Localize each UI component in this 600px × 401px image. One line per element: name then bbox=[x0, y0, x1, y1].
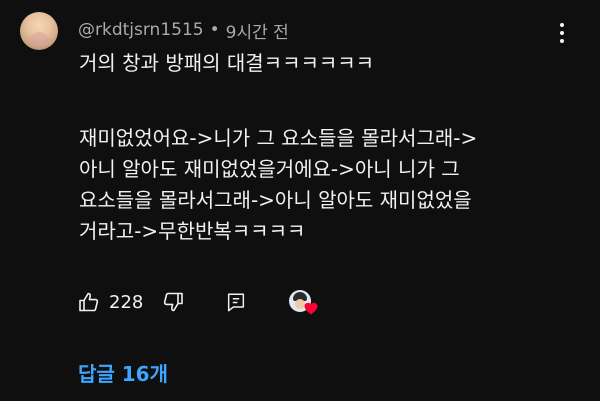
comment-header: @rkdtjsrn1515 • 9시간 전 bbox=[78, 18, 289, 43]
dislike-button[interactable] bbox=[161, 290, 185, 314]
reply-icon bbox=[228, 293, 245, 312]
like-count: 228 bbox=[109, 291, 144, 313]
comment-blank-line bbox=[79, 79, 589, 123]
comment-line: 재미없었어요->니가 그 요소들을 몰라서그래-> bbox=[79, 126, 478, 150]
comment-time[interactable]: 9시간 전 bbox=[226, 18, 289, 43]
comment-line: 아니 알아도 재미없었을거에요->아니 니가 그 bbox=[79, 157, 460, 181]
thumbs-down-icon bbox=[164, 292, 184, 312]
comment-text: 거의 창과 방패의 대결ㅋㅋㅋㅋㅋㅋ 재미없었어요->니가 그 요소들을 몰라서… bbox=[79, 48, 589, 247]
reply-button[interactable] bbox=[225, 291, 247, 313]
view-replies-button[interactable]: 답글 16개 bbox=[78, 358, 168, 387]
thumbs-up-icon bbox=[79, 292, 99, 312]
author-handle[interactable]: @rkdtjsrn1515 bbox=[78, 20, 204, 40]
author-avatar[interactable] bbox=[20, 12, 58, 50]
comment-line: 요소들을 몰라서그래->아니 알아도 재미없었을 bbox=[79, 188, 472, 212]
header-separator: • bbox=[209, 20, 220, 40]
comment-line: 거의 창과 방패의 대결ㅋㅋㅋㅋㅋㅋ bbox=[79, 51, 375, 75]
comment-line: 거라고->무한반복ㅋㅋㅋㅋ bbox=[79, 219, 306, 243]
more-options-icon[interactable] bbox=[552, 20, 572, 46]
like-button[interactable] bbox=[77, 290, 101, 314]
comment-actions: 228 bbox=[77, 288, 319, 316]
heart-icon bbox=[304, 302, 318, 315]
creator-heart-badge bbox=[289, 288, 319, 316]
